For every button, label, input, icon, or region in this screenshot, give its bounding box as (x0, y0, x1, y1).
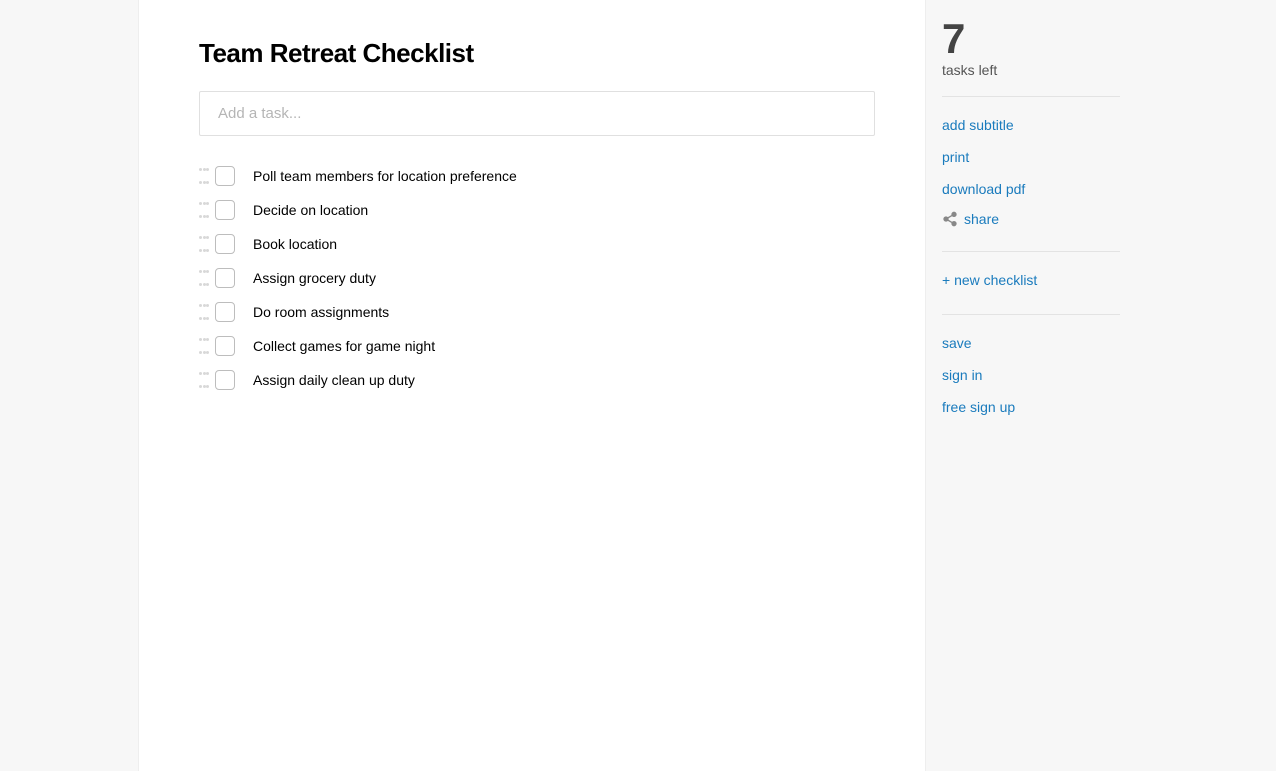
divider (942, 251, 1120, 252)
divider (942, 314, 1120, 315)
task-item: Book location (199, 234, 875, 254)
save-link[interactable]: save (942, 327, 1120, 359)
task-checkbox[interactable] (215, 268, 235, 288)
task-text[interactable]: Decide on location (253, 202, 368, 218)
drag-handle-icon[interactable] (199, 304, 209, 320)
task-text[interactable]: Poll team members for location preferenc… (253, 168, 517, 184)
tasks-left-label: tasks left (942, 62, 1120, 78)
task-item: Poll team members for location preferenc… (199, 166, 875, 186)
task-checkbox[interactable] (215, 370, 235, 390)
new-checklist-link[interactable]: + new checklist (942, 264, 1120, 296)
drag-handle-icon[interactable] (199, 236, 209, 252)
free-sign-up-link[interactable]: free sign up (942, 391, 1120, 423)
sidebar: 7 tasks left add subtitle print download… (926, 0, 1136, 771)
tasks-left-count: 7 (942, 18, 1120, 60)
task-text[interactable]: Book location (253, 236, 337, 252)
task-text[interactable]: Assign grocery duty (253, 270, 376, 286)
drag-handle-icon[interactable] (199, 270, 209, 286)
drag-handle-icon[interactable] (199, 168, 209, 184)
task-text[interactable]: Assign daily clean up duty (253, 372, 415, 388)
share-row[interactable]: share (942, 205, 1120, 233)
drag-handle-icon[interactable] (199, 202, 209, 218)
main-panel: Team Retreat Checklist Poll team members… (138, 0, 926, 771)
task-checkbox[interactable] (215, 234, 235, 254)
page-title: Team Retreat Checklist (199, 38, 875, 69)
share-link[interactable]: share (964, 211, 999, 227)
task-text[interactable]: Do room assignments (253, 304, 389, 320)
task-checkbox[interactable] (215, 200, 235, 220)
task-list: Poll team members for location preferenc… (199, 166, 875, 390)
drag-handle-icon[interactable] (199, 372, 209, 388)
print-link[interactable]: print (942, 141, 1120, 173)
task-item: Assign daily clean up duty (199, 370, 875, 390)
task-item: Assign grocery duty (199, 268, 875, 288)
task-checkbox[interactable] (215, 302, 235, 322)
task-checkbox[interactable] (215, 166, 235, 186)
download-pdf-link[interactable]: download pdf (942, 173, 1120, 205)
share-icon (942, 211, 958, 227)
drag-handle-icon[interactable] (199, 338, 209, 354)
task-checkbox[interactable] (215, 336, 235, 356)
task-item: Do room assignments (199, 302, 875, 322)
divider (942, 96, 1120, 97)
add-subtitle-link[interactable]: add subtitle (942, 109, 1120, 141)
sign-in-link[interactable]: sign in (942, 359, 1120, 391)
add-task-input[interactable] (199, 91, 875, 136)
task-text[interactable]: Collect games for game night (253, 338, 435, 354)
task-item: Collect games for game night (199, 336, 875, 356)
task-item: Decide on location (199, 200, 875, 220)
